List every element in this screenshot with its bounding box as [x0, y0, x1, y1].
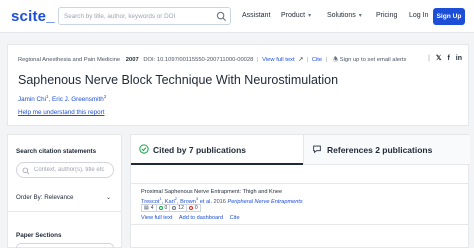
scite-logo[interactable]: scite_ [11, 8, 55, 25]
citation-card: Proximal Saphenous Nerve Entrapment: Thi… [131, 183, 468, 225]
author-name: Jamin Chi [18, 96, 46, 104]
separator: | [428, 55, 430, 62]
email-alerts-link[interactable]: Sign up to set email alerts [340, 57, 407, 63]
chat-bubble-icon [139, 144, 149, 154]
author-name: Eric J. Greensmith [52, 96, 104, 104]
stat-contrasting-count: 0 [194, 204, 198, 211]
stat-reports[interactable]: ▤ 4 [141, 204, 157, 212]
twitter-icon[interactable]: 𝕏 [436, 55, 442, 62]
citation-search-input[interactable] [34, 167, 112, 173]
order-by-select[interactable]: Order By: Relevance [16, 194, 73, 201]
chevron-down-icon: ▾ [308, 13, 312, 19]
search-citations-heading: Search citation statements [16, 148, 97, 155]
citation-search[interactable] [16, 162, 114, 178]
article-title: Saphenous Nerve Block Technique With Neu… [18, 73, 339, 87]
author-link[interactable]: Jamin Chi1 [18, 94, 49, 104]
facebook-icon[interactable]: f [447, 55, 449, 62]
nav-solutions-label: Solutions [327, 12, 356, 19]
mentioning-dot-icon [172, 206, 177, 210]
global-search[interactable] [58, 7, 231, 25]
et-al: et al. [199, 198, 212, 205]
author-affiliation: 2 [103, 94, 107, 99]
chat-bubble-icon [313, 145, 321, 154]
add-to-dashboard-link[interactable]: Add to dashboard [179, 215, 223, 221]
paper-sections-heading: Paper Sections [16, 232, 62, 239]
top-navbar: scite_ Assistant Product▾ Solutions▾ Pri… [0, 0, 474, 33]
tab-references[interactable]: References 2 publications [303, 135, 470, 165]
tab-references-label: References 2 publications [327, 145, 433, 155]
stat-reports-count: 4 [150, 204, 154, 211]
nav-login[interactable]: Log In [409, 12, 428, 19]
journal-name: Regional Anesthesia and Pain Medicine [18, 57, 121, 63]
global-search-input[interactable] [64, 10, 214, 23]
citation-title[interactable]: Proximal Saphenous Nerve Entrapment: Thi… [141, 189, 282, 195]
tab-cited-by[interactable]: Cited by 7 publications [131, 135, 303, 165]
social-share: | 𝕏 f in [424, 54, 462, 62]
nav-solutions[interactable]: Solutions ▾ [327, 12, 362, 19]
nav-product[interactable]: Product ▾ [281, 12, 311, 19]
nav-pricing[interactable]: Pricing [376, 12, 397, 19]
cite-link[interactable]: Cite [312, 57, 322, 63]
bell-icon[interactable]: 🕭 [333, 57, 338, 63]
stat-mentioning[interactable]: 12 [170, 204, 187, 212]
document-icon: ▤ [144, 204, 149, 211]
cite-link[interactable]: Cite [230, 215, 240, 221]
doi: DOI: 10.1097/00115550-200711000-00028 [143, 57, 254, 63]
citation-year: 2016 [213, 198, 226, 205]
chevron-down-icon: ▾ [358, 13, 362, 19]
separator: | [325, 57, 328, 63]
supporting-dot-icon [158, 206, 163, 210]
separator: | [306, 57, 309, 63]
citations-panel: Cited by 7 publications References 2 pub… [130, 134, 470, 248]
separator: | [256, 57, 259, 63]
author-link[interactable]: Eric J. Greensmith2 [52, 94, 107, 104]
author-affiliation: 1 [159, 196, 162, 201]
stat-supporting-count: 0 [164, 204, 168, 211]
divider [8, 211, 121, 212]
tab-cited-by-label: Cited by 7 publications [153, 145, 247, 155]
author-affiliation: 2 [174, 196, 177, 201]
contrasting-dot-icon [188, 206, 193, 210]
sign-up-button[interactable]: Sign Up [433, 8, 465, 25]
nav-assistant[interactable]: Assistant [242, 12, 270, 19]
citation-stats: ▤ 4 0 12 0 [141, 204, 201, 212]
author-list: Jamin Chi1, Eric J. Greensmith2 [18, 94, 107, 104]
view-full-text-link[interactable]: View full text [262, 57, 294, 63]
article-meta: Regional Anesthesia and Pain Medicine 20… [18, 55, 406, 65]
stat-supporting[interactable]: 0 [156, 204, 171, 212]
search-icon [22, 167, 30, 175]
paper-sections-field[interactable] [16, 243, 114, 248]
citation-sidebar: Search citation statements Order By: Rel… [7, 134, 122, 248]
citation-actions: View full text Add to dashboard Cite [141, 215, 240, 221]
nav-product-label: Product [281, 12, 306, 19]
publication-year: 2007 [125, 57, 139, 63]
search-icon[interactable] [216, 11, 227, 22]
author-affiliation: 3 [195, 196, 199, 201]
chevron-down-icon[interactable]: ⌄ [106, 194, 111, 201]
stat-mentioning-count: 12 [178, 204, 184, 211]
view-full-text-link[interactable]: View full text [141, 215, 172, 221]
author-affiliation: 1 [46, 94, 49, 99]
help-understand-link[interactable]: Help me understand this report [18, 109, 104, 116]
stat-contrasting[interactable]: 0 [186, 204, 201, 212]
article-header: Regional Anesthesia and Pain Medicine 20… [7, 44, 469, 126]
linkedin-icon[interactable]: in [456, 55, 462, 62]
external-link-icon: ↗ [298, 57, 304, 63]
citation-journal[interactable]: Peripheral Nerve Entrapments [227, 199, 302, 205]
